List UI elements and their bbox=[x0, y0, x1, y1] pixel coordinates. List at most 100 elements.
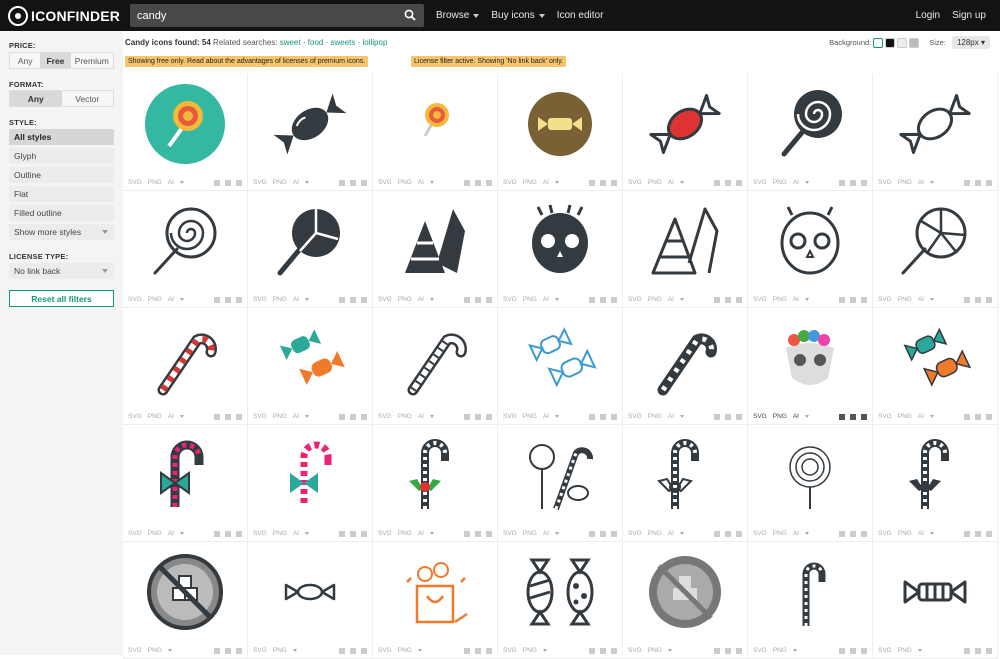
chevron-down-icon[interactable] bbox=[179, 181, 184, 184]
download-png-link[interactable]: PNG bbox=[523, 530, 537, 537]
download-svg-link[interactable]: SVG bbox=[503, 530, 517, 537]
show-more-styles[interactable]: Show more styles bbox=[9, 224, 114, 240]
chevron-down-icon[interactable] bbox=[179, 298, 184, 301]
flag-icon[interactable] bbox=[236, 179, 242, 186]
chevron-down-icon[interactable] bbox=[304, 181, 309, 184]
bookmark-icon[interactable] bbox=[600, 647, 606, 654]
icon-card[interactable]: SVG PNG AI bbox=[123, 191, 248, 308]
icon-card[interactable]: SVG PNG AI bbox=[373, 191, 498, 308]
candy-skull-flat-icon[interactable] bbox=[770, 318, 850, 398]
background-light-swatch[interactable] bbox=[897, 37, 908, 48]
related-sweets[interactable]: sweets bbox=[330, 38, 355, 47]
candy-cane-bow-icon[interactable] bbox=[145, 435, 225, 515]
chevron-down-icon[interactable] bbox=[929, 298, 934, 301]
icon-card[interactable]: SVG PNG bbox=[123, 542, 248, 659]
edit-icon[interactable] bbox=[714, 179, 720, 186]
flag-icon[interactable] bbox=[486, 296, 492, 303]
icon-card[interactable]: SVG PNG bbox=[373, 542, 498, 659]
flag-icon[interactable] bbox=[236, 647, 242, 654]
edit-icon[interactable] bbox=[714, 413, 720, 420]
candy-cane-holly-icon[interactable] bbox=[395, 435, 475, 515]
icon-card[interactable]: SVG PNG AI bbox=[123, 425, 248, 542]
download-png-link[interactable]: PNG bbox=[898, 413, 912, 420]
bookmark-icon[interactable] bbox=[350, 179, 356, 186]
download-svg-link[interactable]: SVG bbox=[378, 647, 392, 654]
download-ai-link[interactable]: AI bbox=[168, 530, 174, 537]
chevron-down-icon[interactable] bbox=[929, 532, 934, 535]
chevron-down-icon[interactable] bbox=[804, 532, 809, 535]
download-png-link[interactable]: PNG bbox=[273, 296, 287, 303]
chevron-down-icon[interactable] bbox=[679, 532, 684, 535]
download-png-link[interactable]: PNG bbox=[648, 647, 662, 654]
wrapped-candy-teal-icon[interactable] bbox=[270, 318, 350, 398]
download-ai-link[interactable]: AI bbox=[793, 413, 799, 420]
style-flat[interactable]: Flat bbox=[9, 186, 114, 202]
download-svg-link[interactable]: SVG bbox=[878, 413, 892, 420]
edit-icon[interactable] bbox=[214, 647, 220, 654]
bookmark-icon[interactable] bbox=[975, 413, 981, 420]
edit-icon[interactable] bbox=[589, 647, 595, 654]
download-png-link[interactable]: PNG bbox=[773, 647, 787, 654]
edit-icon[interactable] bbox=[714, 296, 720, 303]
download-svg-link[interactable]: SVG bbox=[753, 530, 767, 537]
download-png-link[interactable]: PNG bbox=[148, 530, 162, 537]
chevron-down-icon[interactable] bbox=[304, 298, 309, 301]
flag-icon[interactable] bbox=[736, 296, 742, 303]
chevron-down-icon[interactable] bbox=[792, 649, 797, 652]
icon-card[interactable]: SVG PNG AI bbox=[373, 425, 498, 542]
download-svg-link[interactable]: SVG bbox=[878, 530, 892, 537]
chevron-down-icon[interactable] bbox=[929, 415, 934, 418]
download-ai-link[interactable]: AI bbox=[418, 413, 424, 420]
download-png-link[interactable]: PNG bbox=[773, 179, 787, 186]
download-ai-link[interactable]: AI bbox=[918, 296, 924, 303]
style-outline[interactable]: Outline bbox=[9, 167, 114, 183]
bookmark-icon[interactable] bbox=[475, 179, 481, 186]
edit-icon[interactable] bbox=[464, 530, 470, 537]
download-svg-link[interactable]: SVG bbox=[503, 296, 517, 303]
bookmark-icon[interactable] bbox=[725, 296, 731, 303]
candy-corn-outline-icon[interactable] bbox=[645, 201, 725, 281]
edit-icon[interactable] bbox=[214, 530, 220, 537]
edit-icon[interactable] bbox=[464, 296, 470, 303]
download-svg-link[interactable]: SVG bbox=[878, 179, 892, 186]
background-gray-swatch[interactable] bbox=[909, 37, 920, 48]
edit-icon[interactable] bbox=[964, 296, 970, 303]
flag-icon[interactable] bbox=[361, 647, 367, 654]
download-ai-link[interactable]: AI bbox=[293, 296, 299, 303]
chevron-down-icon[interactable] bbox=[554, 415, 559, 418]
icon-card[interactable]: SVG PNG AI bbox=[123, 308, 248, 425]
icon-card[interactable]: SVG PNG AI bbox=[373, 308, 498, 425]
edit-icon[interactable] bbox=[214, 179, 220, 186]
candy-corn-glyph-icon[interactable] bbox=[395, 201, 475, 281]
download-png-link[interactable]: PNG bbox=[148, 647, 162, 654]
bookmark-icon[interactable] bbox=[475, 296, 481, 303]
download-png-link[interactable]: PNG bbox=[773, 296, 787, 303]
nav-icon-editor[interactable]: Icon editor bbox=[557, 10, 604, 21]
chevron-down-icon[interactable] bbox=[542, 649, 547, 652]
wrapped-candies-pair-icon[interactable] bbox=[520, 552, 600, 632]
sugar-skull-outline-icon[interactable] bbox=[770, 201, 850, 281]
iconfinder-logo[interactable]: ICONFINDER bbox=[8, 5, 122, 26]
download-png-link[interactable]: PNG bbox=[523, 413, 537, 420]
download-svg-link[interactable]: SVG bbox=[378, 296, 392, 303]
icon-card[interactable]: SVG PNG AI bbox=[498, 191, 623, 308]
edit-icon[interactable] bbox=[464, 647, 470, 654]
icon-card[interactable]: SVG PNG bbox=[498, 542, 623, 659]
chevron-down-icon[interactable] bbox=[179, 415, 184, 418]
search-input[interactable] bbox=[130, 9, 390, 22]
download-svg-link[interactable]: SVG bbox=[378, 530, 392, 537]
download-ai-link[interactable]: AI bbox=[418, 179, 424, 186]
download-svg-link[interactable]: SVG bbox=[628, 296, 642, 303]
download-png-link[interactable]: PNG bbox=[148, 179, 162, 186]
download-png-link[interactable]: PNG bbox=[898, 647, 912, 654]
icon-card[interactable]: SVG PNG AI bbox=[248, 308, 373, 425]
edit-icon[interactable] bbox=[339, 296, 345, 303]
price-any[interactable]: Any bbox=[10, 53, 40, 68]
style-all[interactable]: All styles bbox=[9, 129, 114, 145]
edit-icon[interactable] bbox=[214, 413, 220, 420]
flag-icon[interactable] bbox=[986, 530, 992, 537]
download-png-link[interactable]: PNG bbox=[523, 296, 537, 303]
bookmark-icon[interactable] bbox=[850, 296, 856, 303]
flag-icon[interactable] bbox=[236, 296, 242, 303]
candy-cane-holly-glyph-icon[interactable] bbox=[895, 435, 975, 515]
